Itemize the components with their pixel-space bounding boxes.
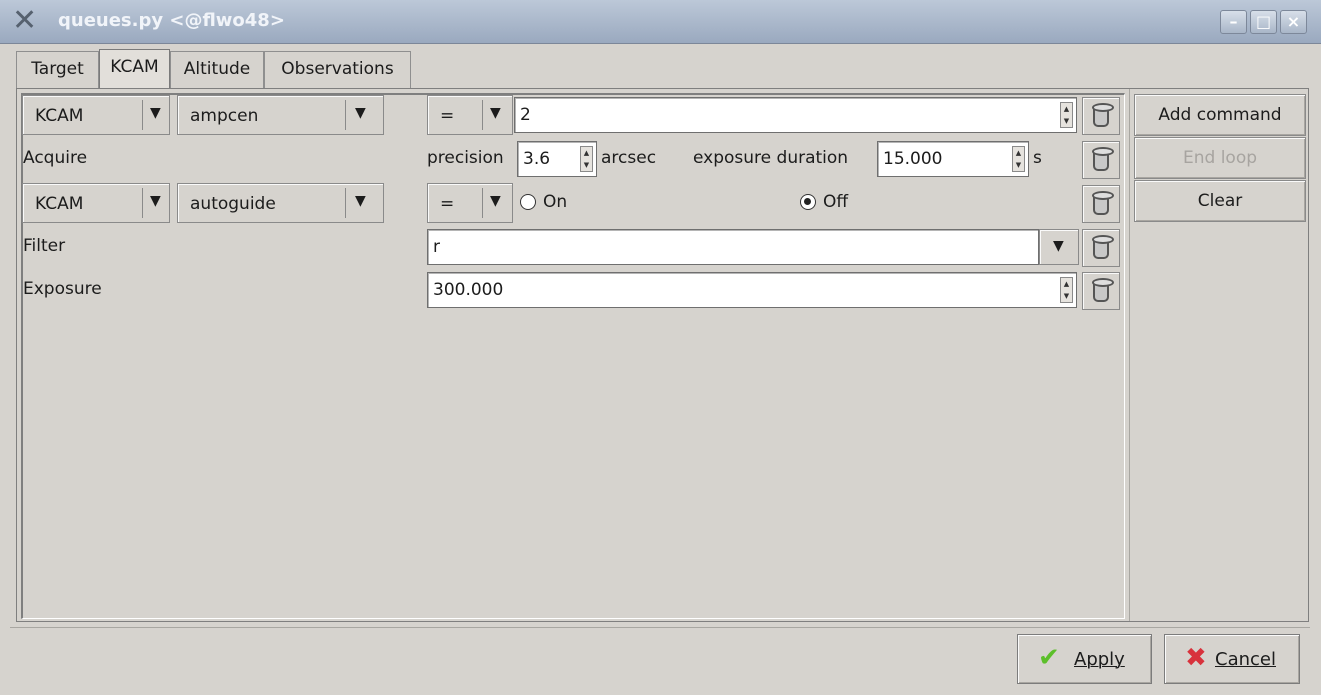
tab-observations-label: Observations <box>281 59 394 79</box>
add-command-label: Add command <box>1158 105 1282 125</box>
combo-separator <box>142 188 143 218</box>
exposure-duration-label: exposure duration <box>693 148 849 168</box>
tab-kcam-label: KCAM <box>110 57 159 77</box>
delete-button-1[interactable] <box>1082 97 1120 135</box>
tab-target[interactable]: Target <box>16 51 99 88</box>
radio-on[interactable] <box>520 194 536 210</box>
exposure-duration-input[interactable]: 15.000 ▲ ▼ <box>877 141 1029 177</box>
filter-label: Filter <box>23 236 66 256</box>
radio-off-label: Off <box>823 192 849 212</box>
value-input-1-text: 2 <box>520 105 531 125</box>
chevron-down-icon: ▼ <box>150 193 161 209</box>
command-combo-1[interactable]: ampcen ▼ <box>177 95 384 135</box>
combo-separator <box>142 100 143 130</box>
spin-button[interactable]: ▲ ▼ <box>1060 277 1073 303</box>
dialog-separator <box>10 627 1310 628</box>
trash-icon <box>1092 235 1114 259</box>
filter-input[interactable]: r <box>427 229 1039 265</box>
filter-dropdown-button[interactable]: ▼ <box>1039 229 1079 265</box>
combo-separator <box>482 188 483 218</box>
trash-icon <box>1092 191 1114 215</box>
x-icon: ✕ <box>12 3 38 38</box>
clear-label: Clear <box>1197 191 1243 211</box>
operator-combo-1-label: = <box>440 106 455 126</box>
tab-altitude-label: Altitude <box>183 59 251 79</box>
minimize-button[interactable]: – <box>1220 10 1247 34</box>
arcsec-unit: arcsec <box>601 148 657 168</box>
chevron-down-icon: ▼ <box>355 193 366 209</box>
cancel-button[interactable]: ✖ Cancel <box>1164 634 1300 684</box>
delete-button-4[interactable] <box>1082 229 1120 267</box>
instrument-combo-3-label: KCAM <box>35 194 84 214</box>
combo-separator <box>482 100 483 130</box>
chevron-down-icon: ▼ <box>490 193 501 209</box>
command-combo-1-label: ampcen <box>190 106 259 126</box>
trash-icon <box>1092 278 1114 302</box>
instrument-combo-1[interactable]: KCAM ▼ <box>22 95 170 135</box>
maximize-button[interactable]: □ <box>1250 10 1277 34</box>
filter-input-text: r <box>433 237 440 257</box>
exposure-label: Exposure <box>23 279 102 299</box>
instrument-combo-1-label: KCAM <box>35 106 84 126</box>
spin-button[interactable]: ▲ ▼ <box>580 146 593 172</box>
apply-label: Apply <box>1074 649 1125 670</box>
trash-icon <box>1092 103 1114 127</box>
instrument-combo-3[interactable]: KCAM ▼ <box>22 183 170 223</box>
command-combo-3[interactable]: autoguide ▼ <box>177 183 384 223</box>
cross-icon: ✖ <box>1185 643 1207 673</box>
spin-button[interactable]: ▲ ▼ <box>1012 146 1025 172</box>
acquire-label: Acquire <box>23 148 88 168</box>
checkmark-icon: ✔ <box>1038 643 1060 673</box>
delete-button-3[interactable] <box>1082 185 1120 223</box>
chevron-down-icon: ▼ <box>355 105 366 121</box>
chevron-down-icon: ▼ <box>1053 238 1064 254</box>
window-title: queues.py <@flwo48> <box>58 10 285 31</box>
tab-altitude[interactable]: Altitude <box>170 51 264 88</box>
kcam-panel: KCAM ▼ ampcen ▼ = ▼ 2 ▲ ▼ Acquire precisi… <box>16 88 1309 622</box>
end-loop-label: End loop <box>1182 148 1258 168</box>
precision-label: precision <box>427 148 504 168</box>
apply-button[interactable]: ✔ Apply <box>1017 634 1152 684</box>
delete-button-2[interactable] <box>1082 141 1120 179</box>
exposure-input[interactable]: 300.000 ▲ ▼ <box>427 272 1077 308</box>
exposure-input-text: 300.000 <box>433 280 504 300</box>
close-button[interactable]: × <box>1280 10 1307 34</box>
tab-target-label: Target <box>31 59 84 79</box>
operator-combo-1[interactable]: = ▼ <box>427 95 513 135</box>
precision-input-text: 3.6 <box>523 149 551 169</box>
chevron-down-icon: ▼ <box>490 105 501 121</box>
value-input-1[interactable]: 2 ▲ ▼ <box>514 97 1077 133</box>
radio-off[interactable] <box>800 194 816 210</box>
tab-kcam[interactable]: KCAM <box>99 49 170 88</box>
combo-separator <box>345 100 346 130</box>
operator-combo-3-label: = <box>440 194 455 214</box>
chevron-down-icon: ▼ <box>150 105 161 121</box>
delete-button-5[interactable] <box>1082 272 1120 310</box>
operator-combo-3[interactable]: = ▼ <box>427 183 513 223</box>
end-loop-button[interactable]: End loop <box>1134 137 1306 179</box>
command-combo-3-label: autoguide <box>190 194 276 214</box>
seconds-unit: s <box>1033 148 1042 168</box>
panel-divider <box>1129 89 1130 621</box>
precision-input[interactable]: 3.6 ▲ ▼ <box>517 141 597 177</box>
cancel-label: Cancel <box>1215 649 1276 670</box>
title-bar[interactable]: ✕ queues.py <@flwo48> – □ × <box>0 0 1321 44</box>
add-command-button[interactable]: Add command <box>1134 94 1306 136</box>
spin-button[interactable]: ▲ ▼ <box>1060 102 1073 128</box>
combo-separator <box>345 188 346 218</box>
exposure-duration-input-text: 15.000 <box>883 149 943 169</box>
tab-observations[interactable]: Observations <box>264 51 411 88</box>
radio-on-label: On <box>543 192 568 212</box>
clear-button[interactable]: Clear <box>1134 180 1306 222</box>
trash-icon <box>1092 147 1114 171</box>
